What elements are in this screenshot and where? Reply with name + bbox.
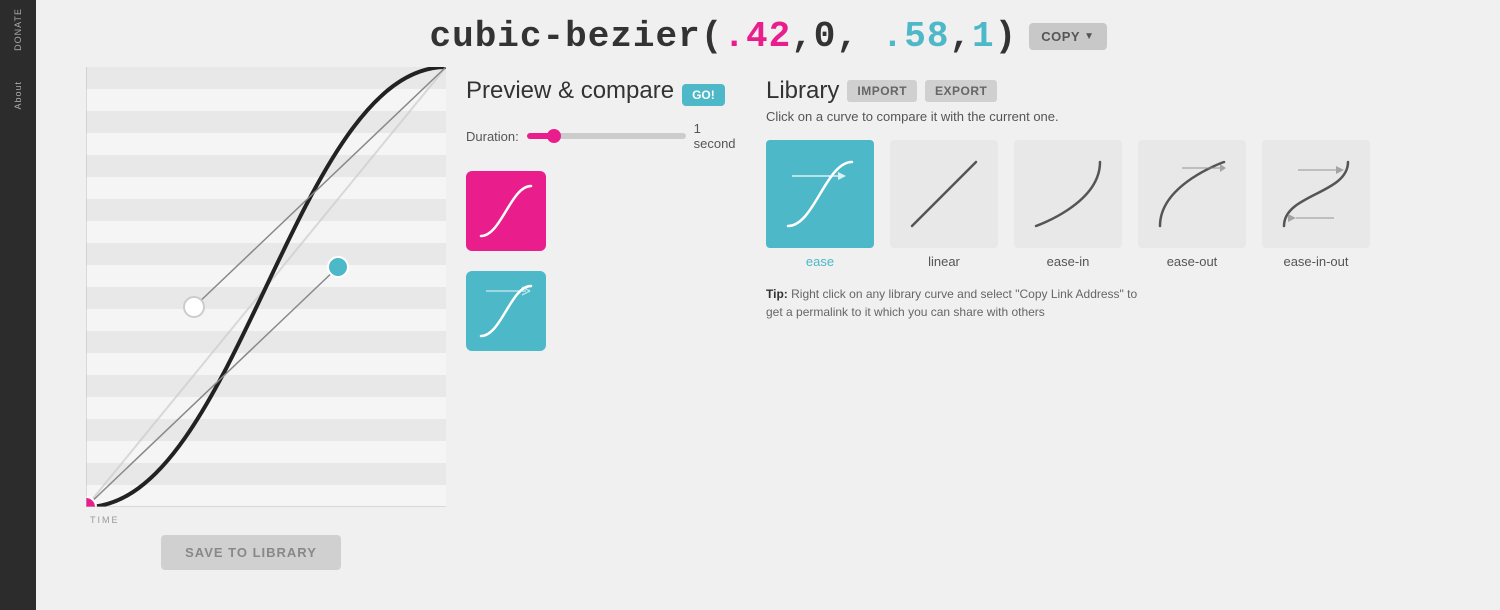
go-button[interactable]: GO! bbox=[682, 84, 725, 106]
preview-box-teal[interactable] bbox=[466, 271, 546, 351]
library-panel: Library IMPORT EXPORT Click on a curve t… bbox=[766, 67, 1480, 600]
curve-thumb-ease-in-out bbox=[1262, 140, 1370, 248]
tip-strong: Tip: bbox=[766, 287, 788, 301]
curve-label-ease: ease bbox=[806, 254, 834, 269]
bezier-canvas[interactable]: PROGRESSION bbox=[86, 67, 446, 507]
import-button[interactable]: IMPORT bbox=[847, 80, 917, 102]
curve-label-ease-in: ease-in bbox=[1047, 254, 1090, 269]
preview-title: Preview & compare bbox=[466, 77, 674, 105]
body-area: PROGRESSION bbox=[36, 67, 1500, 610]
copy-label: COPY bbox=[1041, 29, 1080, 44]
curve-item-ease-out[interactable]: ease-out bbox=[1138, 140, 1246, 269]
tip-text: Tip: Right click on any library curve an… bbox=[766, 285, 1146, 321]
duration-slider[interactable] bbox=[527, 133, 686, 139]
duration-row: Duration: 1 second bbox=[466, 121, 746, 151]
comma3: , bbox=[949, 16, 972, 57]
param4: 1 bbox=[972, 16, 995, 57]
formula-prefix: cubic-bezier( bbox=[430, 16, 724, 57]
curve-svg-ease-in bbox=[1028, 154, 1108, 234]
about-link[interactable]: About bbox=[13, 81, 23, 110]
comma2: , bbox=[836, 16, 881, 57]
curve-grid: ease linear bbox=[766, 140, 1480, 269]
comma1: , bbox=[791, 16, 814, 57]
curve-svg-ease bbox=[780, 154, 860, 234]
header: cubic-bezier(.42,0, .58,1) COPY ▼ bbox=[36, 0, 1500, 67]
duration-slider-thumb bbox=[547, 129, 561, 143]
library-title: Library bbox=[766, 77, 839, 105]
preview-panel: Preview & compare GO! Duration: 1 second bbox=[466, 67, 746, 600]
curve-thumb-linear bbox=[890, 140, 998, 248]
param3: .58 bbox=[882, 16, 950, 57]
copy-dropdown-arrow: ▼ bbox=[1084, 31, 1094, 42]
main-content: cubic-bezier(.42,0, .58,1) COPY ▼ PROGRE… bbox=[36, 0, 1500, 610]
curve-svg-ease-out bbox=[1152, 154, 1232, 234]
curve-thumb-ease-out bbox=[1138, 140, 1246, 248]
time-label: TIME bbox=[90, 515, 120, 525]
preview-curve-teal bbox=[476, 281, 536, 341]
bezier-canvas-area: PROGRESSION bbox=[56, 67, 446, 600]
export-button[interactable]: EXPORT bbox=[925, 80, 997, 102]
preview-boxes bbox=[466, 171, 746, 361]
preview-curve-pink bbox=[476, 181, 536, 241]
preview-box-pink[interactable] bbox=[466, 171, 546, 251]
curve-label-linear: linear bbox=[928, 254, 960, 269]
param2: 0 bbox=[814, 16, 837, 57]
copy-button[interactable]: COPY ▼ bbox=[1029, 23, 1106, 50]
curve-item-ease-in[interactable]: ease-in bbox=[1014, 140, 1122, 269]
formula-suffix: ) bbox=[995, 16, 1018, 57]
duration-value: 1 second bbox=[694, 121, 746, 151]
curve-item-ease[interactable]: ease bbox=[766, 140, 874, 269]
curve-svg-linear bbox=[904, 154, 984, 234]
formula-display: cubic-bezier(.42,0, .58,1) bbox=[430, 16, 1018, 57]
bezier-svg bbox=[86, 67, 446, 507]
donate-button[interactable]: DONATE bbox=[13, 8, 23, 51]
curve-label-ease-in-out: ease-in-out bbox=[1283, 254, 1348, 269]
save-to-library-button[interactable]: SAVE TO LIBRARY bbox=[161, 535, 341, 570]
curve-thumb-ease bbox=[766, 140, 874, 248]
curve-label-ease-out: ease-out bbox=[1167, 254, 1218, 269]
sidebar: DONATE About bbox=[0, 0, 36, 610]
curve-item-linear[interactable]: linear bbox=[890, 140, 998, 269]
tip-content: Right click on any library curve and sel… bbox=[766, 287, 1137, 319]
param1: .42 bbox=[723, 16, 791, 57]
duration-label: Duration: bbox=[466, 129, 519, 144]
library-subtitle: Click on a curve to compare it with the … bbox=[766, 109, 1480, 124]
curve-item-ease-in-out[interactable]: ease-in-out bbox=[1262, 140, 1370, 269]
curve-svg-ease-in-out bbox=[1276, 154, 1356, 234]
curve-thumb-ease-in bbox=[1014, 140, 1122, 248]
library-header: Library IMPORT EXPORT bbox=[766, 77, 1480, 105]
